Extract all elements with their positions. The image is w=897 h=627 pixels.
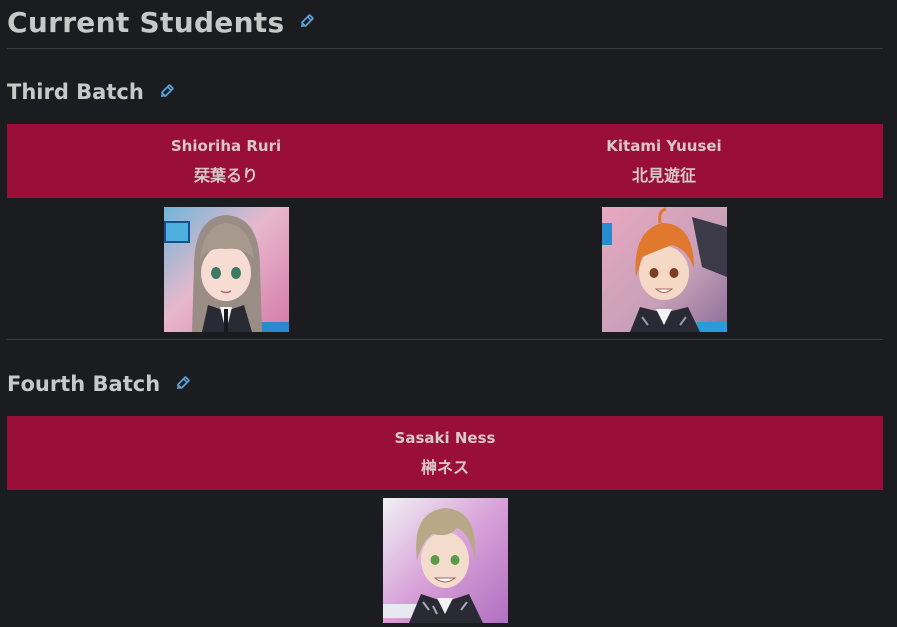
fourth-batch-name-banner: Sasaki Ness 榊ネス	[7, 416, 883, 490]
page-title: Current Students	[7, 4, 315, 40]
edit-third-batch-pencil-icon[interactable]	[158, 84, 174, 100]
edit-fourth-batch-pencil-icon[interactable]	[174, 376, 190, 392]
avatar-kitami-yuusei[interactable]	[601, 207, 727, 332]
page-title-text: Current Students	[7, 5, 285, 39]
fourth-batch-portraits	[7, 498, 883, 623]
student-name-jp: 栞葉るり	[193, 165, 258, 185]
avatar-shioriha-ruri[interactable]	[163, 207, 289, 332]
third-batch-portraits	[7, 207, 883, 332]
section-heading-fourth-batch: Fourth Batch	[7, 370, 190, 398]
third-batch-name-banner: Shioriha Ruri 栞葉るり Kitami Yuusei 北見遊征	[7, 124, 883, 198]
student-name-cell: Sasaki Ness 榊ネス	[7, 416, 883, 490]
student-name-cell: Kitami Yuusei 北見遊征	[445, 124, 883, 198]
section-divider	[7, 339, 883, 340]
student-name-jp: 北見遊征	[631, 165, 696, 185]
student-name-en[interactable]: Shioriha Ruri	[171, 137, 281, 155]
edit-page-title-pencil-icon[interactable]	[298, 14, 315, 30]
title-divider	[7, 48, 883, 49]
student-name-en[interactable]: Sasaki Ness	[395, 429, 496, 447]
avatar-sasaki-ness[interactable]	[382, 498, 508, 623]
student-name-jp: 榊ネス	[420, 457, 469, 477]
student-name-cell: Shioriha Ruri 栞葉るり	[7, 124, 445, 198]
page: Current Students Third Batch Shioriha Ru…	[0, 0, 897, 627]
section-heading-third-batch: Third Batch	[7, 78, 174, 106]
section-heading-text: Third Batch	[7, 80, 144, 104]
section-heading-text: Fourth Batch	[7, 372, 161, 396]
student-name-en[interactable]: Kitami Yuusei	[606, 137, 721, 155]
